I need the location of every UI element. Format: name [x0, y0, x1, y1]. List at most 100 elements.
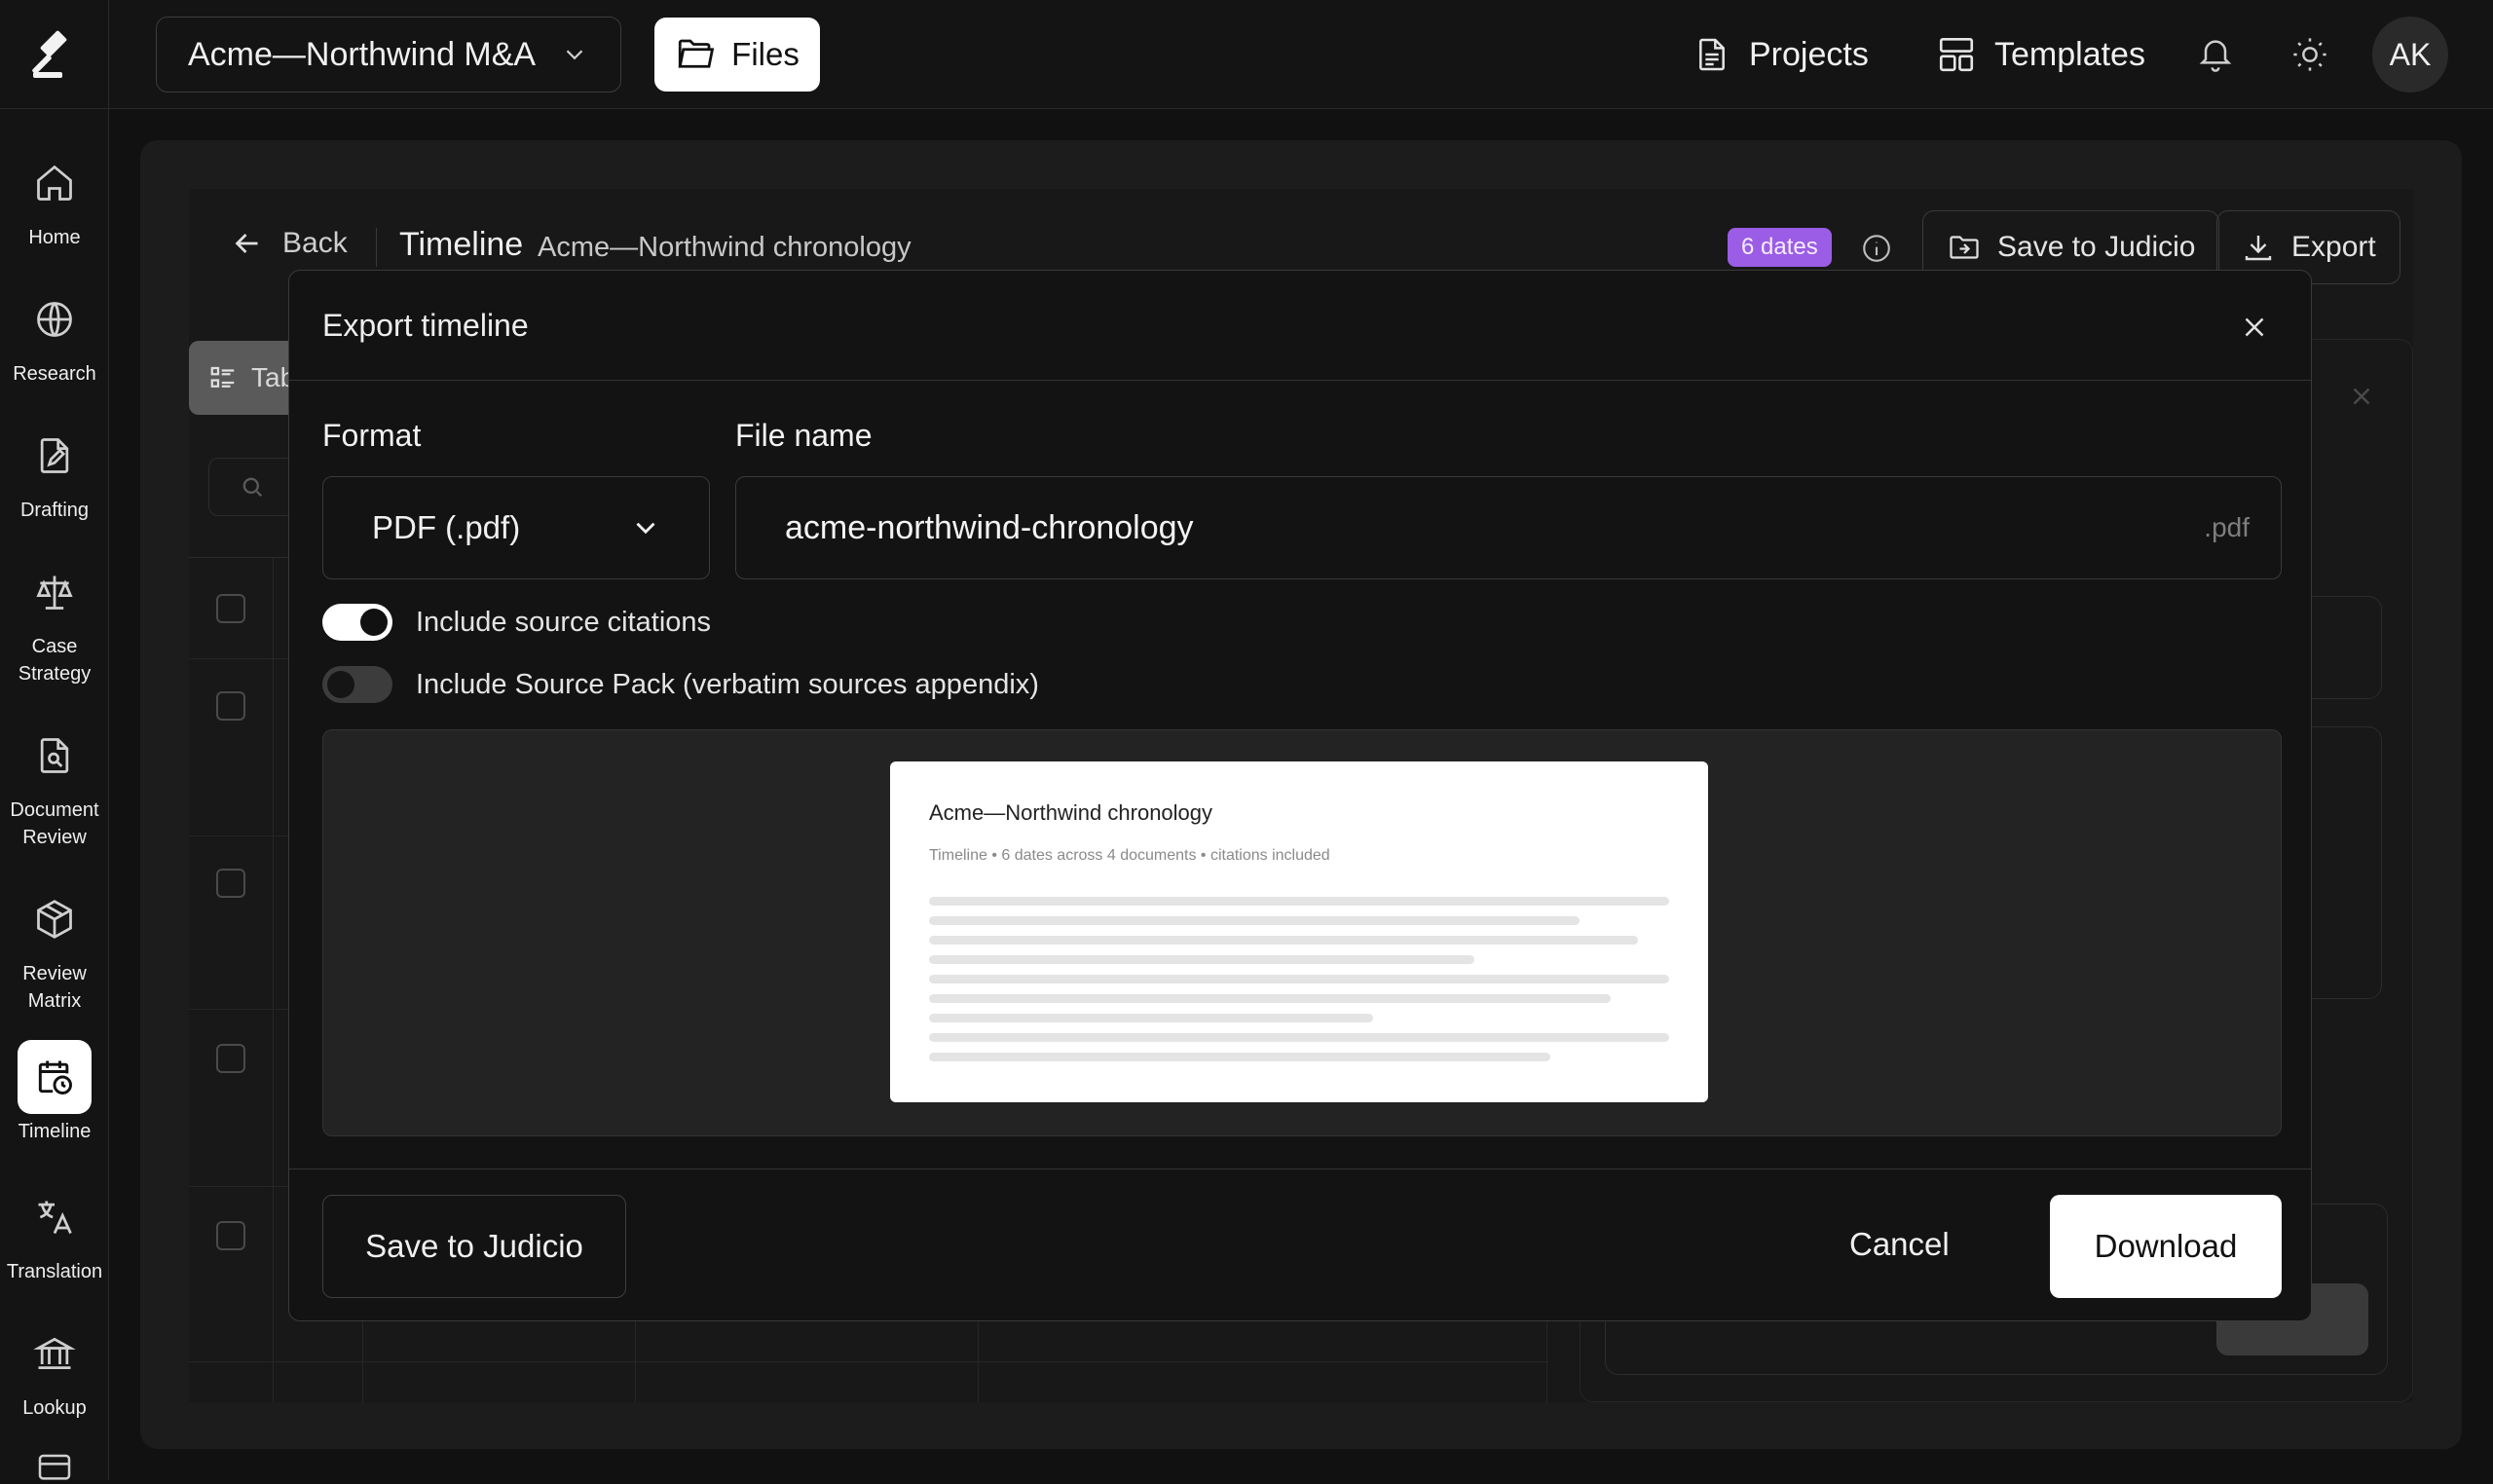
back-button[interactable]: Back — [230, 226, 348, 261]
sidebar-item-document-review[interactable]: Document Review — [0, 719, 109, 851]
project-name: Acme—Northwind M&A — [188, 35, 537, 73]
sidebar-item-timeline[interactable]: Timeline — [0, 1040, 109, 1145]
file-search-icon — [18, 719, 92, 793]
back-label: Back — [282, 227, 348, 259]
files-label: Files — [731, 36, 800, 72]
sidebar-item-label: Research — [13, 363, 96, 385]
preview-line — [929, 897, 1669, 906]
dialog-title: Export timeline — [322, 308, 529, 343]
layout-icon — [1936, 34, 1977, 75]
sidebar: Home Research Drafting Case Strategy Doc… — [0, 0, 109, 1480]
citations-toggle-label: Include source citations — [416, 606, 712, 638]
sun-icon[interactable] — [2285, 29, 2335, 80]
sidebar-item-label: Translation — [6, 1261, 103, 1282]
info-icon[interactable] — [1860, 232, 1893, 265]
filename-extension: .pdf — [2204, 512, 2250, 542]
format-select[interactable]: PDF (.pdf) — [322, 476, 710, 579]
preview-line — [929, 1033, 1669, 1042]
sidebar-item-label: Drafting — [19, 500, 90, 521]
close-icon[interactable] — [2233, 306, 2276, 349]
preview-line — [929, 994, 1611, 1003]
citations-toggle[interactable] — [322, 604, 392, 641]
filename-label: File name — [735, 418, 873, 453]
folder-upload-icon — [1947, 230, 1982, 265]
row-checkbox[interactable] — [216, 869, 245, 898]
sidebar-item-lookup[interactable]: Lookup — [0, 1317, 109, 1422]
sidebar-item-drafting[interactable]: Drafting — [0, 419, 109, 524]
toggle-knob — [327, 671, 354, 698]
cancel-button[interactable]: Cancel — [1849, 1226, 1950, 1263]
download-button[interactable]: Download — [2050, 1195, 2282, 1298]
sidebar-item-label: Review Matrix — [22, 963, 87, 1012]
templates-link[interactable]: Templates — [1936, 27, 2145, 82]
avatar[interactable]: AK — [2372, 17, 2448, 93]
header-export-label: Export — [2291, 231, 2376, 263]
dates-badge: 6 dates — [1728, 228, 1832, 267]
sidebar-item-review-matrix[interactable]: Review Matrix — [0, 882, 109, 1015]
preview-line — [929, 955, 1474, 964]
preview-meta: Timeline • 6 dates across 4 documents • … — [929, 847, 1330, 864]
files-button[interactable]: Files — [654, 18, 820, 92]
globe-icon — [18, 282, 92, 356]
sourcepack-toggle-label: Include Source Pack (verbatim sources ap… — [416, 668, 1039, 700]
row-checkbox[interactable] — [216, 1221, 245, 1250]
citations-toggle-row: Include source citations — [322, 604, 711, 641]
sidebar-item-translation[interactable]: Translation — [0, 1180, 109, 1285]
sidebar-item-home[interactable]: Home — [0, 146, 109, 251]
page-subtitle: Acme—Northwind chronology — [538, 232, 912, 263]
preview-line — [929, 1053, 1550, 1061]
toggle-knob — [360, 609, 388, 636]
calendar-clock-icon — [18, 1040, 92, 1114]
save-to-judicio-button[interactable]: Save to Judicio — [322, 1195, 626, 1298]
sidebar-item-label: Case Strategy — [18, 636, 92, 685]
sidebar-item-label: Lookup — [22, 1397, 87, 1419]
preview-line — [929, 916, 1580, 925]
preview-line — [929, 936, 1638, 945]
sidebar-item-label: Timeline — [18, 1121, 92, 1142]
translate-icon — [18, 1180, 92, 1254]
format-value: PDF (.pdf) — [372, 509, 521, 545]
dialog-header: Export timeline — [289, 271, 2311, 381]
filename-input[interactable]: acme-northwind-chronology .pdf — [735, 476, 2282, 579]
sourcepack-toggle[interactable] — [322, 666, 392, 703]
format-label: Format — [322, 418, 422, 453]
download-label: Download — [2094, 1228, 2238, 1264]
sidebar-item-label: Document Review — [10, 799, 99, 848]
pen-file-icon — [18, 419, 92, 493]
avatar-initials: AK — [2389, 36, 2432, 72]
list-icon — [208, 363, 238, 392]
save-to-judicio-label: Save to Judicio — [365, 1228, 583, 1264]
export-dialog: Export timeline Format File name PDF (.p… — [288, 270, 2312, 1321]
arrow-left-icon — [230, 226, 265, 261]
row-checkbox[interactable] — [216, 1044, 245, 1073]
projects-link[interactable]: Projects — [1693, 27, 1869, 82]
close-icon[interactable] — [2347, 382, 2376, 411]
gavel-logo-icon — [27, 27, 82, 82]
sidebar-item-case-strategy[interactable]: Case Strategy — [0, 555, 109, 687]
row-checkbox[interactable] — [216, 691, 245, 721]
scales-icon — [18, 555, 92, 629]
table-divider — [273, 557, 274, 1402]
sidebar-item-research[interactable]: Research — [0, 282, 109, 388]
bell-icon[interactable] — [2190, 29, 2241, 80]
project-select[interactable]: Acme—Northwind M&A — [156, 17, 621, 93]
table-search[interactable] — [208, 458, 296, 516]
projects-label: Projects — [1749, 35, 1869, 73]
filename-value: acme-northwind-chronology — [785, 508, 1194, 546]
preview-line — [929, 975, 1669, 983]
chevron-down-icon — [560, 40, 589, 69]
templates-label: Templates — [1994, 35, 2145, 73]
search-icon — [239, 473, 266, 501]
row-checkbox[interactable] — [216, 594, 245, 623]
sidebar-item-more[interactable] — [0, 1451, 109, 1484]
table-row-divider — [189, 1361, 1548, 1362]
app-logo[interactable] — [0, 0, 109, 109]
divider — [376, 228, 377, 267]
home-icon — [18, 146, 92, 220]
preview-page: Acme—Northwind chronology Timeline • 6 d… — [890, 761, 1708, 1102]
download-icon — [2241, 230, 2276, 265]
sidebar-item-label: Home — [28, 227, 81, 248]
bank-icon — [18, 1317, 92, 1391]
preview-title: Acme—Northwind chronology — [929, 800, 1213, 825]
page-title: Timeline — [399, 226, 524, 263]
